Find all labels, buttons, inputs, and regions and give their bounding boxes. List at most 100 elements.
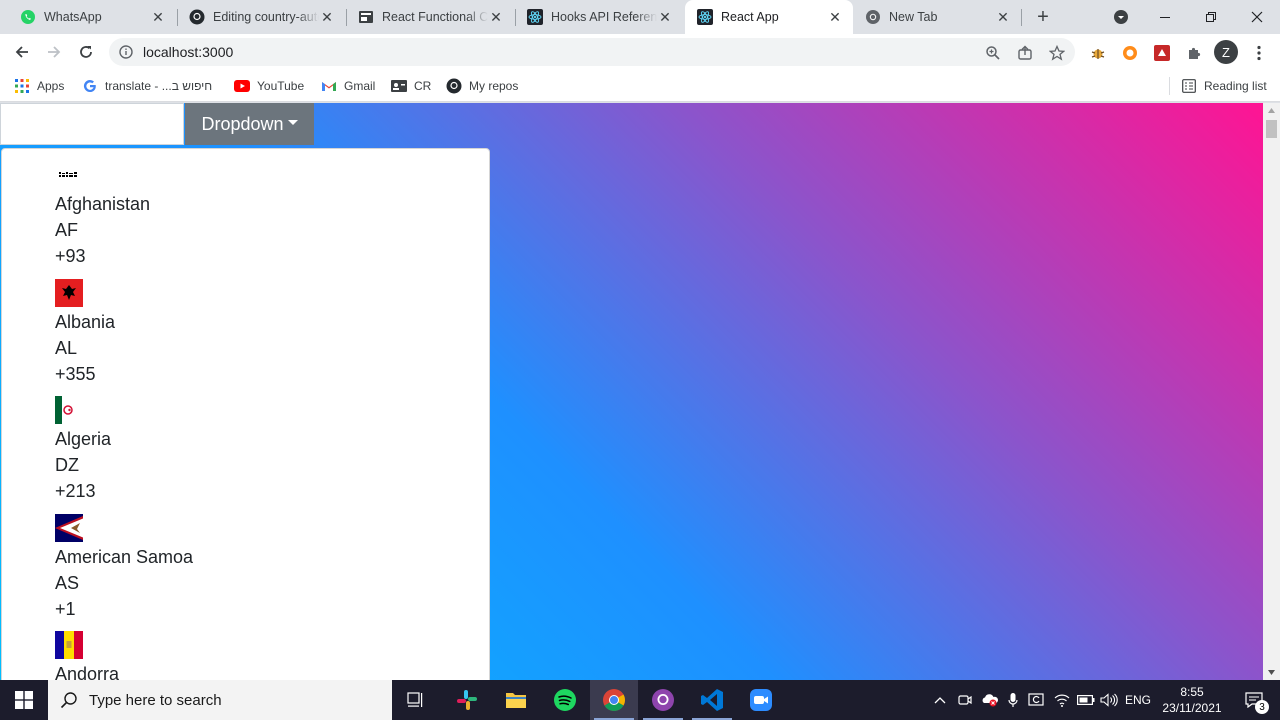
restore-button[interactable] xyxy=(1188,0,1234,34)
reload-button[interactable] xyxy=(72,38,100,66)
tab-title: Hooks API Reference xyxy=(551,10,657,24)
notification-count-badge: 3 xyxy=(1255,700,1269,714)
battery-icon xyxy=(1077,695,1095,705)
taskbar-search-box[interactable]: Type here to search xyxy=(48,680,392,720)
vscode-icon xyxy=(701,689,723,711)
profile-avatar[interactable]: Z xyxy=(1214,40,1238,64)
extension-bug-icon[interactable] xyxy=(1087,42,1109,64)
bookmark-my-repos[interactable]: My repos xyxy=(446,76,518,96)
microphone-icon xyxy=(1008,693,1018,707)
tray-network[interactable] xyxy=(1052,680,1072,720)
zoom-icon[interactable] xyxy=(985,45,1001,61)
tray-windows-update[interactable] xyxy=(1027,680,1045,720)
close-tab-icon[interactable]: ✕ xyxy=(150,9,166,25)
dropdown-menu[interactable]: Afghanistan AF +93 Albania AL +355 Alger… xyxy=(1,148,490,680)
chrome-icon xyxy=(865,9,881,25)
tray-battery[interactable] xyxy=(1076,680,1096,720)
country-item[interactable]: Albania AL +355 xyxy=(55,279,115,387)
site-info-icon[interactable] xyxy=(118,45,134,59)
document-icon xyxy=(358,9,374,25)
taskbar-zoom[interactable] xyxy=(737,680,785,720)
chrome-icon xyxy=(603,689,625,711)
close-tab-icon[interactable]: ✕ xyxy=(995,9,1011,25)
taskbar-chrome[interactable] xyxy=(590,680,638,720)
address-bar[interactable]: localhost:3000 xyxy=(109,38,1075,66)
share-icon[interactable] xyxy=(1017,45,1033,61)
bookmark-gmail[interactable]: Gmail xyxy=(321,76,375,96)
close-icon xyxy=(1251,11,1263,23)
dropdown-button[interactable]: Dropdown xyxy=(185,103,314,145)
tab-react-app[interactable]: React App ✕ xyxy=(685,0,853,34)
update-icon xyxy=(1028,693,1044,706)
scroll-up-arrow-icon[interactable] xyxy=(1263,103,1280,118)
tab-title: React Functional Co xyxy=(382,10,488,24)
extensions-puzzle-icon[interactable] xyxy=(1183,42,1205,64)
country-item[interactable]: Andorra xyxy=(55,631,119,680)
taskbar-slack[interactable] xyxy=(443,680,491,720)
tray-meet-now[interactable] xyxy=(956,680,974,720)
flag-icon-american-samoa xyxy=(55,514,83,542)
show-hidden-icons-button[interactable] xyxy=(930,680,950,720)
youtube-icon xyxy=(234,78,250,94)
country-code: AF xyxy=(55,220,79,240)
tab-title: WhatsApp xyxy=(44,10,102,24)
taskbar-github-desktop[interactable] xyxy=(639,680,687,720)
taskbar-spotify[interactable] xyxy=(541,680,589,720)
page-viewport: Dropdown Afghanistan AF +93 Albania AL +… xyxy=(0,103,1263,680)
tab-search-button[interactable] xyxy=(1110,0,1132,34)
tab-editing-country-auto[interactable]: Editing country-auto ✕ xyxy=(177,0,345,34)
close-tab-icon[interactable]: ✕ xyxy=(827,9,843,25)
start-button[interactable] xyxy=(0,680,48,720)
country-dial-code: +355 xyxy=(55,364,96,384)
bookmark-cr[interactable]: CR xyxy=(391,76,431,96)
spotify-icon xyxy=(554,689,576,711)
page-scrollbar[interactable] xyxy=(1263,103,1280,680)
taskbar-clock[interactable]: 8:55 23/11/2021 xyxy=(1155,680,1229,720)
scroll-down-arrow-icon[interactable] xyxy=(1263,665,1280,680)
country-search-input[interactable] xyxy=(0,103,184,145)
chevron-down-icon xyxy=(1114,10,1128,24)
tab-separator xyxy=(1021,9,1022,26)
arrow-left-icon xyxy=(15,46,28,58)
tab-react-functional-components[interactable]: React Functional Co ✕ xyxy=(346,0,514,34)
new-tab-button[interactable]: + xyxy=(1030,0,1056,34)
forward-button[interactable] xyxy=(40,38,68,66)
tab-new-tab[interactable]: New Tab ✕ xyxy=(853,0,1021,34)
country-item[interactable]: Algeria DZ +213 xyxy=(55,396,111,504)
close-tab-icon[interactable]: ✕ xyxy=(488,9,504,25)
task-view-button[interactable] xyxy=(392,680,440,720)
bookmark-apps[interactable]: Apps xyxy=(14,76,64,96)
bookmark-label: CR xyxy=(414,79,432,93)
tray-microphone[interactable] xyxy=(1006,680,1020,720)
action-center-button[interactable]: 3 xyxy=(1234,680,1274,720)
minimize-button[interactable] xyxy=(1142,0,1188,34)
tray-onedrive[interactable] xyxy=(980,680,1000,720)
extension-red-icon[interactable] xyxy=(1151,42,1173,64)
browser-menu-icon[interactable] xyxy=(1248,42,1270,64)
close-window-button[interactable] xyxy=(1234,0,1280,34)
taskbar-vscode[interactable] xyxy=(688,680,736,720)
close-tab-icon[interactable]: ✕ xyxy=(319,9,335,25)
clock-time: 8:55 xyxy=(1180,685,1204,699)
tab-whatsapp[interactable]: WhatsApp ✕ xyxy=(8,0,176,34)
country-item[interactable]: Afghanistan AF +93 xyxy=(55,161,150,269)
bookmark-translate[interactable]: translate - ...חיפוש ב xyxy=(82,76,212,96)
zoom-app-icon xyxy=(750,689,772,711)
country-item[interactable]: American Samoa AS +1 xyxy=(55,514,193,622)
extension-honey-icon[interactable] xyxy=(1119,42,1141,64)
whatsapp-icon xyxy=(20,9,36,25)
dropdown-label: Dropdown xyxy=(201,113,284,134)
tab-hooks-api-reference[interactable]: Hooks API Reference ✕ xyxy=(515,0,683,34)
tray-volume[interactable] xyxy=(1099,680,1119,720)
bookmark-youtube[interactable]: YouTube xyxy=(234,76,304,96)
scroll-thumb[interactable] xyxy=(1266,120,1277,138)
taskbar-file-explorer[interactable] xyxy=(492,680,540,720)
flag-icon-albania xyxy=(55,279,83,307)
country-code: DZ xyxy=(55,455,79,475)
clock-date: 23/11/2021 xyxy=(1162,701,1222,715)
close-tab-icon[interactable]: ✕ xyxy=(657,9,673,25)
tray-language[interactable]: ENG xyxy=(1122,680,1154,720)
back-button[interactable] xyxy=(8,38,36,66)
bookmark-star-icon[interactable] xyxy=(1049,45,1065,61)
reading-list-button[interactable]: Reading list xyxy=(1181,76,1267,96)
